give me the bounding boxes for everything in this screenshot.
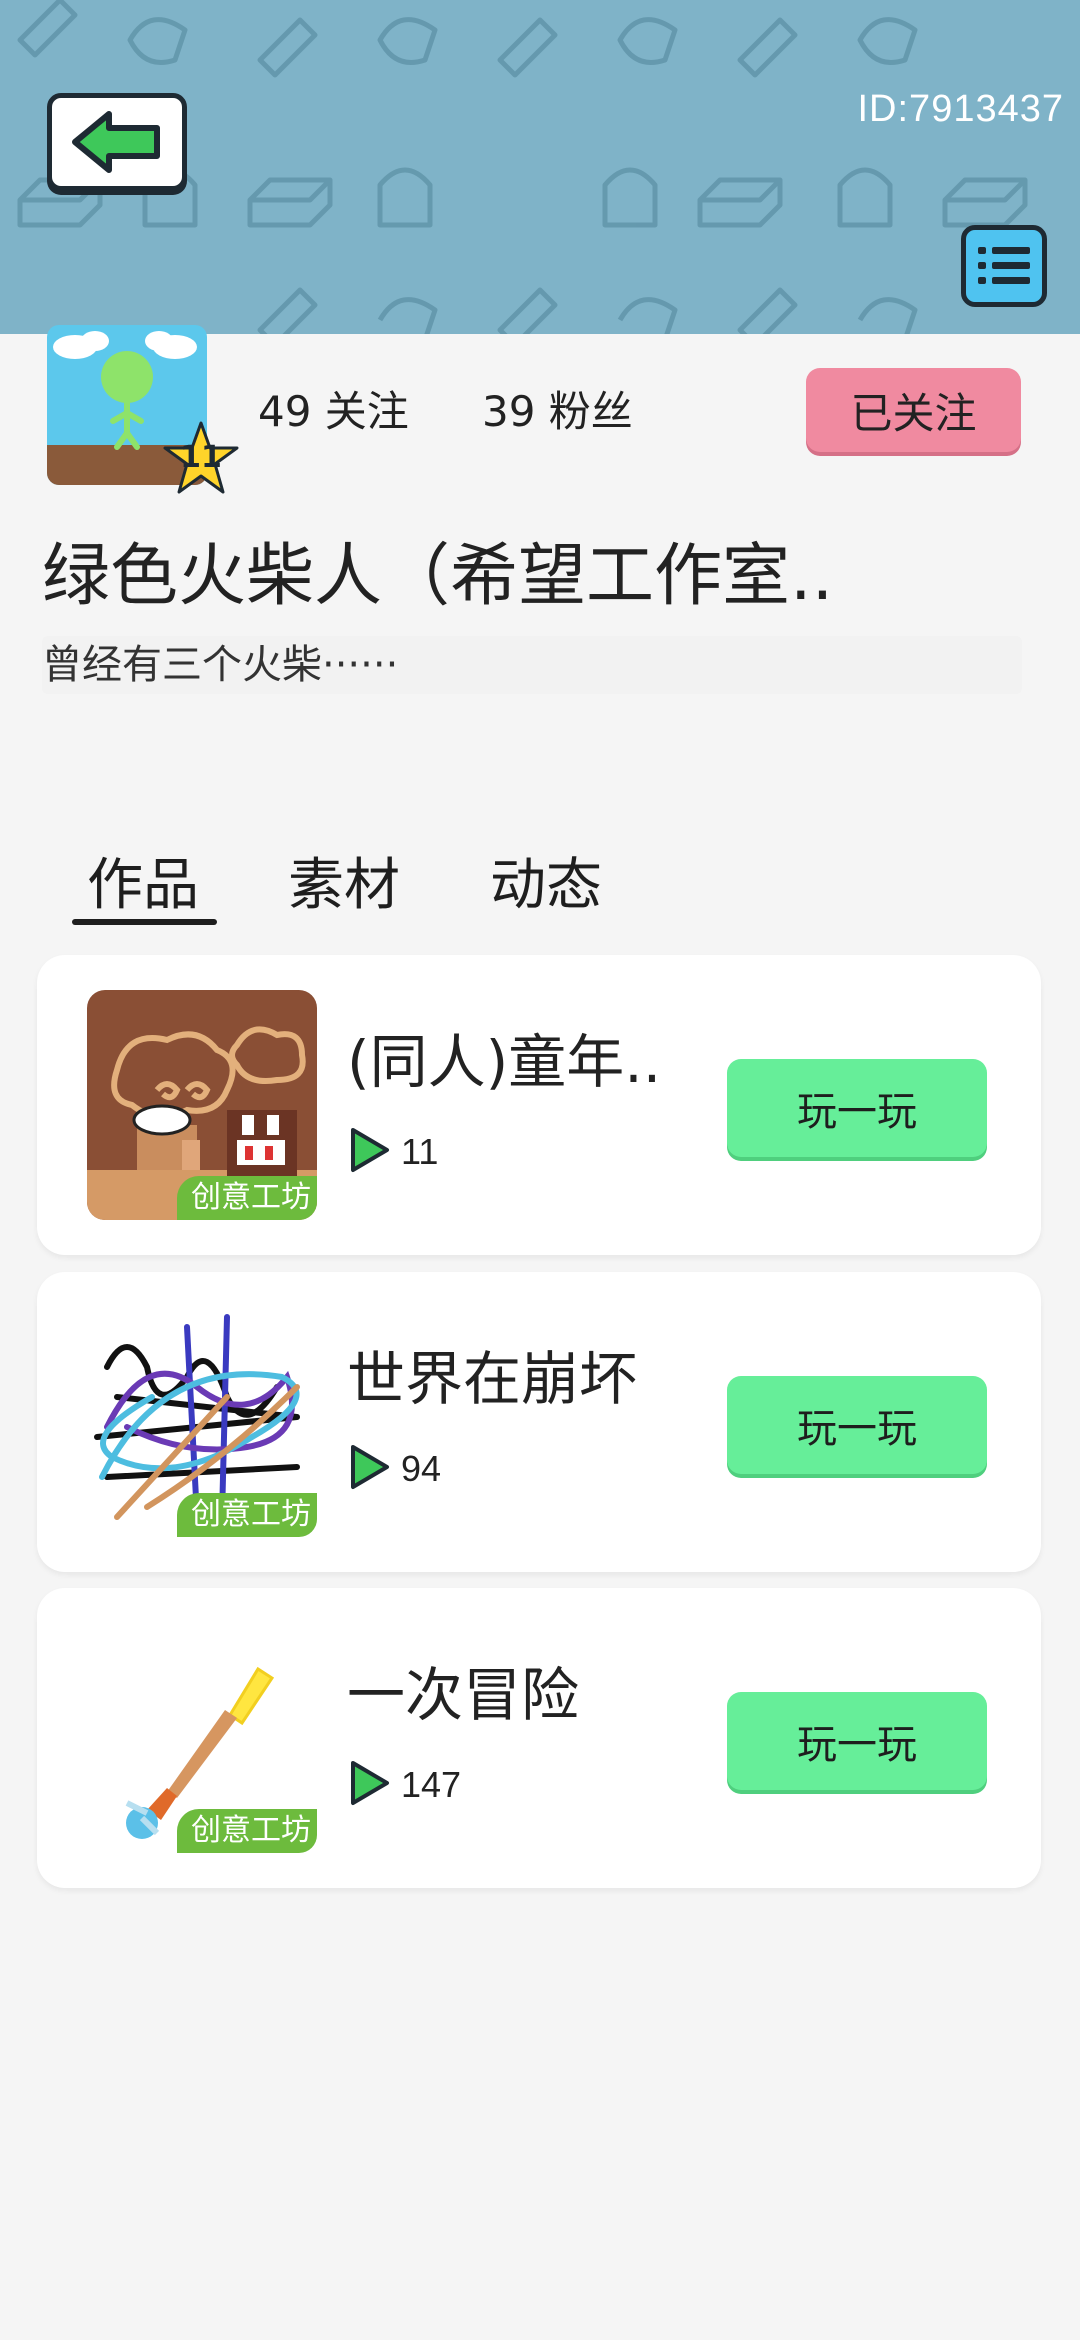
work-title: 一次冒险 — [347, 1661, 580, 1729]
play-count: 94 — [401, 1448, 442, 1489]
followers-count[interactable]: 39 粉丝 — [482, 378, 633, 439]
active-tab-indicator — [72, 919, 217, 925]
follow-status-button[interactable]: 已关注 — [806, 368, 1021, 452]
profile-banner: ID:7913437 — [0, 0, 1080, 334]
work-thumbnail: 创意工坊 — [87, 1623, 317, 1853]
play-button[interactable]: 玩一玩 — [727, 1376, 987, 1474]
play-button[interactable]: 玩一玩 — [727, 1692, 987, 1790]
tab-activity[interactable]: 动态 — [490, 840, 602, 921]
tab-materials[interactable]: 素材 — [288, 840, 400, 921]
play-icon — [351, 1761, 389, 1805]
level-badge: 11 — [162, 420, 240, 498]
arrow-left-icon — [72, 111, 160, 173]
work-title: (同人)童年.. — [347, 1028, 662, 1096]
work-thumbnail: 创意工坊 — [87, 990, 317, 1220]
username: 绿色火柴人（希望工作室.. — [42, 537, 834, 616]
list-menu-icon — [978, 247, 1030, 284]
level-number: 11 — [180, 440, 222, 475]
play-icon — [351, 1445, 389, 1489]
work-card[interactable]: 创意工坊 世界在崩坏 94 玩一玩 — [37, 1272, 1041, 1572]
work-card[interactable]: 创意工坊 一次冒险 147 玩一玩 — [37, 1588, 1041, 1888]
bio-text: 曾经有三个火柴······ — [42, 636, 1022, 694]
tab-works[interactable]: 作品 — [87, 840, 199, 921]
menu-button[interactable] — [961, 225, 1047, 307]
workshop-tag: 创意工坊 — [177, 1493, 317, 1537]
workshop-tag: 创意工坊 — [177, 1809, 317, 1853]
play-icon — [351, 1128, 389, 1172]
work-card[interactable]: 创意工坊 (同人)童年.. 11 玩一玩 — [37, 955, 1041, 1255]
work-title: 世界在崩坏 — [347, 1345, 638, 1413]
workshop-tag: 创意工坊 — [177, 1176, 317, 1220]
back-button[interactable] — [47, 93, 187, 191]
play-count: 147 — [401, 1764, 462, 1805]
user-id: ID:7913437 — [857, 88, 1064, 130]
work-thumbnail: 创意工坊 — [87, 1307, 317, 1537]
play-count: 11 — [401, 1131, 439, 1172]
play-button[interactable]: 玩一玩 — [727, 1059, 987, 1157]
following-count[interactable]: 49 关注 — [258, 378, 409, 439]
